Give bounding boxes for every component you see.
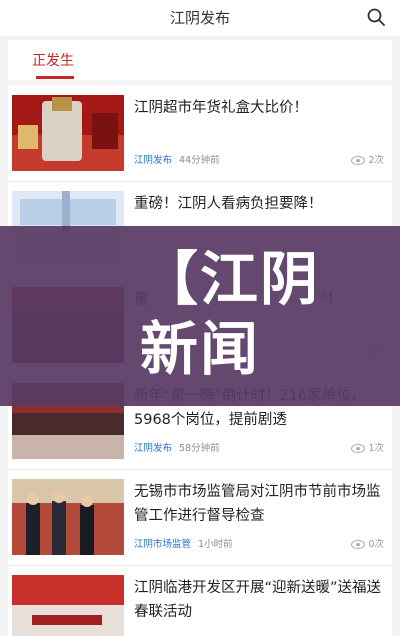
article-meta: 江阴发布 58分钟前 [134,440,220,454]
overlay-title: 【江阴新闻 [140,245,321,383]
article-time: 58分钟前 [179,443,220,454]
article-title: 江阴临港开发区开展“迎新送暖”送福送春联活动 [134,580,382,620]
article-title: 无锡市市场监管局对江阴市节前市场监管工作进行督导检查 [134,484,381,524]
tab-happening[interactable]: 正发生 [32,50,74,70]
eye-icon [351,444,366,453]
eye-icon [351,156,366,165]
article-thumbnail [12,95,124,171]
article-source: 江阴市场监管 [134,539,192,550]
article-thumbnail [12,479,124,555]
view-count: 0次 [351,536,384,550]
list-item[interactable]: 江阴临港开发区开展“迎新送暖”送福送春联活动 [8,566,392,636]
article-title: 重磅！江阴人看病负担要降！ [134,196,323,212]
promo-overlay: 【江阴新闻 [0,226,400,406]
view-count: 2次 [351,152,384,166]
article-meta: 江阴市场监管 1小时前 [134,536,233,550]
app-header: 江阴发布 [0,0,400,36]
article-source: 江阴发布 [134,155,173,166]
article-meta: 江阴发布 44分钟前 [134,152,220,166]
list-item[interactable]: 无锡市市场监管局对江阴市节前市场监管工作进行督导检查 江阴市场监管 1小时前 0… [8,470,392,566]
article-source: 江阴发布 [134,443,173,454]
list-item[interactable]: 江阴超市年货礼盒大比价！ 江阴发布 44分钟前 2次 [8,86,392,182]
article-thumbnail [12,575,124,636]
tab-bar: 正发生 [8,40,392,80]
page-title: 江阴发布 [169,9,230,27]
search-icon[interactable] [366,7,386,27]
article-title: 江阴超市年货礼盒大比价！ [134,100,308,116]
eye-icon [351,540,366,549]
article-time: 1小时前 [198,539,233,550]
active-tab-indicator [36,76,74,79]
article-time: 44分钟前 [179,155,220,166]
view-count: 1次 [351,440,384,454]
